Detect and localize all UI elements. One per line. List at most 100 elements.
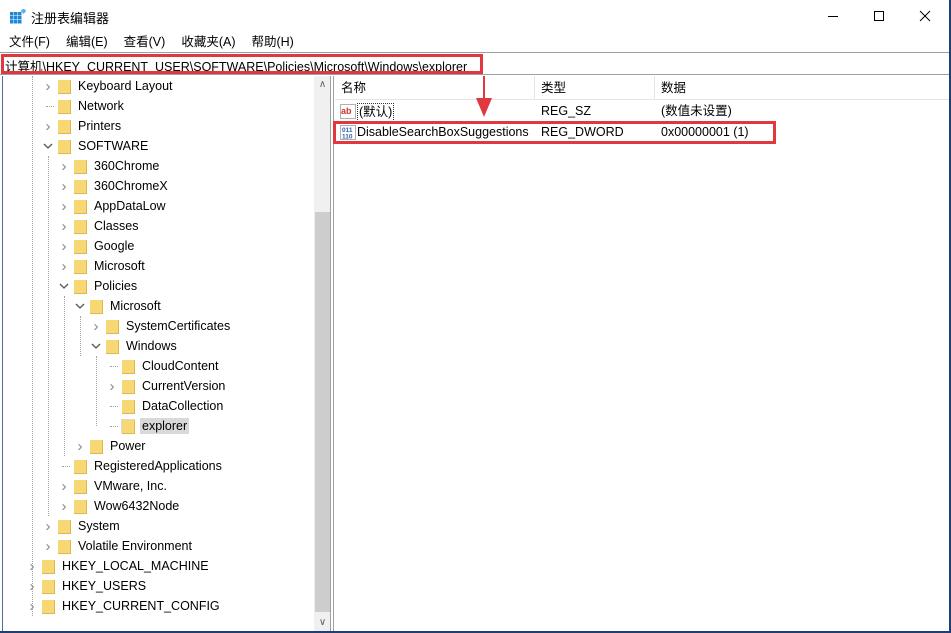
chevron-right-icon[interactable]: › <box>74 438 86 455</box>
tree-item[interactable]: › VMware, Inc. <box>58 476 169 496</box>
close-button[interactable] <box>902 0 948 32</box>
tree-connector <box>106 400 118 412</box>
tree-item[interactable]: › Printers <box>42 116 123 136</box>
chevron-right-icon[interactable]: › <box>90 318 102 335</box>
chevron-right-icon[interactable]: › <box>42 118 54 135</box>
chevron-down-icon[interactable] <box>58 280 70 292</box>
chevron-down-icon[interactable] <box>74 300 86 312</box>
folder-icon <box>73 199 87 214</box>
tree-connector <box>58 460 70 472</box>
chevron-right-icon[interactable]: › <box>58 198 70 215</box>
tree-item[interactable]: › Classes <box>58 216 140 236</box>
folder-icon <box>57 139 71 154</box>
tree-item[interactable]: Network <box>42 96 126 116</box>
tree-item[interactable]: › SystemCertificates <box>90 316 232 336</box>
tree-item[interactable]: Policies <box>58 276 139 296</box>
tree-item[interactable]: › HKEY_CURRENT_CONFIG <box>26 596 222 616</box>
tree-item-label: 360ChromeX <box>94 179 168 193</box>
value-type: REG_SZ <box>541 104 592 118</box>
chevron-right-icon[interactable]: › <box>58 218 70 235</box>
menu-edit[interactable]: 编辑(E) <box>57 32 115 52</box>
maximize-button[interactable] <box>856 0 902 32</box>
scrollbar-thumb[interactable] <box>315 212 330 612</box>
minimize-icon <box>828 16 838 17</box>
tree-item[interactable]: › 360Chrome <box>58 156 161 176</box>
folder-icon <box>73 279 87 294</box>
menu-bar: 文件(F) 编辑(E) 查看(V) 收藏夹(A) 帮助(H) <box>0 32 301 52</box>
tree-item[interactable]: CloudContent <box>106 356 220 376</box>
folder-icon <box>73 459 87 474</box>
tree-item[interactable]: › HKEY_USERS <box>26 576 148 596</box>
folder-icon <box>57 519 71 534</box>
chevron-right-icon[interactable]: › <box>42 78 54 95</box>
menu-help[interactable]: 帮助(H) <box>242 32 300 52</box>
address-bar[interactable]: 计算机\HKEY_CURRENT_USER\SOFTWARE\Policies\… <box>0 52 949 75</box>
chevron-right-icon[interactable]: › <box>58 498 70 515</box>
chevron-right-icon[interactable]: › <box>58 258 70 275</box>
tree-item-label: 360Chrome <box>94 159 160 173</box>
folder-icon <box>73 239 87 254</box>
chevron-down-icon[interactable] <box>90 340 102 352</box>
tree-item-label: Volatile Environment <box>78 539 192 553</box>
list-header: 名称 类型 数据 <box>335 76 949 100</box>
folder-icon <box>89 299 103 314</box>
chevron-right-icon[interactable]: › <box>42 538 54 555</box>
tree-item[interactable]: › System <box>42 516 122 536</box>
value-row[interactable]: ab (默认) REG_SZ (数值未设置) <box>335 101 949 122</box>
scroll-up-button[interactable]: ∧ <box>314 76 330 93</box>
column-header-data[interactable]: 数据 <box>655 76 949 100</box>
tree-guide-line <box>64 296 65 456</box>
folder-icon <box>57 99 71 114</box>
chevron-right-icon[interactable]: › <box>106 378 118 395</box>
tree-connector <box>106 420 118 432</box>
tree-item[interactable]: Microsoft <box>74 296 163 316</box>
column-header-type[interactable]: 类型 <box>535 76 655 100</box>
folder-icon <box>121 399 135 414</box>
chevron-right-icon[interactable]: › <box>58 238 70 255</box>
chevron-right-icon[interactable]: › <box>58 478 70 495</box>
tree-item[interactable]: Windows <box>90 336 179 356</box>
tree-item[interactable]: › Wow6432Node <box>58 496 181 516</box>
tree-scrollbar[interactable]: ∧ ∨ <box>314 76 330 631</box>
key-tree-pane: › Keyboard Layout Network › Printers SOFTWARE… <box>2 76 330 631</box>
tree-guide-line <box>48 156 49 516</box>
tree-item[interactable]: SOFTWARE <box>42 136 150 156</box>
minimize-button[interactable] <box>810 0 856 32</box>
tree-item[interactable]: › HKEY_LOCAL_MACHINE <box>26 556 211 576</box>
tree-item[interactable]: › Google <box>58 236 136 256</box>
tree-item[interactable]: › Keyboard Layout <box>42 76 175 96</box>
chevron-right-icon[interactable]: › <box>42 518 54 535</box>
tree-item-label: RegisteredApplications <box>94 459 222 473</box>
pane-splitter[interactable] <box>330 76 334 631</box>
menu-file[interactable]: 文件(F) <box>0 32 57 52</box>
tree-item-label: CurrentVersion <box>142 379 226 393</box>
tree-item[interactable]: DataCollection <box>106 396 225 416</box>
tree-item-label: Policies <box>94 279 138 293</box>
chevron-right-icon[interactable]: › <box>58 178 70 195</box>
title-bar: 注册表编辑器 <box>0 0 949 32</box>
tree-item-label: VMware, Inc. <box>94 479 167 493</box>
chevron-down-icon[interactable] <box>42 140 54 152</box>
menu-favorites[interactable]: 收藏夹(A) <box>172 32 242 52</box>
folder-icon <box>105 319 119 334</box>
registry-editor-icon <box>10 9 26 24</box>
menu-view[interactable]: 查看(V) <box>115 32 173 52</box>
tree-item[interactable]: › 360ChromeX <box>58 176 170 196</box>
column-header-name[interactable]: 名称 <box>335 76 535 100</box>
tree-item[interactable]: › CurrentVersion <box>106 376 227 396</box>
tree-item[interactable]: explorer <box>106 416 190 436</box>
tree-item[interactable]: › AppDataLow <box>58 196 168 216</box>
folder-icon <box>89 439 103 454</box>
folder-icon <box>41 599 55 614</box>
tree-item[interactable]: RegisteredApplications <box>58 456 224 476</box>
scroll-down-button[interactable]: ∨ <box>314 614 330 631</box>
tree-item-label: System <box>78 519 120 533</box>
tree-item[interactable]: › Microsoft <box>58 256 147 276</box>
tree-item[interactable]: › Volatile Environment <box>42 536 194 556</box>
folder-icon <box>73 179 87 194</box>
value-name: (默认) <box>357 103 395 122</box>
folder-icon <box>121 359 135 374</box>
chevron-right-icon[interactable]: › <box>58 158 70 175</box>
tree-item-label: Microsoft <box>110 299 161 313</box>
tree-item[interactable]: › Power <box>74 436 147 456</box>
